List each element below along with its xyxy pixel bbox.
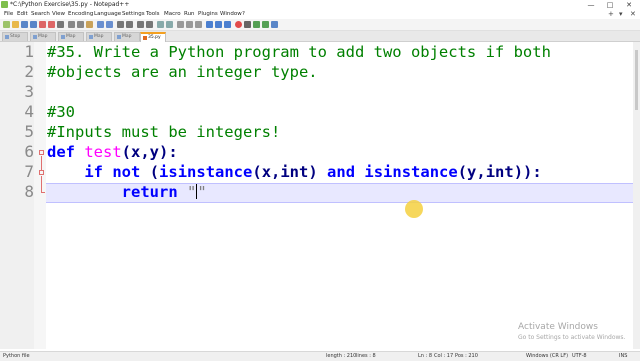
code-line-4: #30 bbox=[47, 103, 75, 121]
zoom-in-icon[interactable] bbox=[137, 21, 144, 28]
show-all-chars-icon[interactable] bbox=[186, 21, 193, 28]
copy-icon[interactable] bbox=[77, 21, 84, 28]
menu-plugins[interactable]: Plugins bbox=[198, 10, 218, 19]
line-number: 3 bbox=[24, 82, 34, 101]
notepadpp-app-icon bbox=[1, 1, 8, 8]
sync-horizontal-icon[interactable] bbox=[166, 21, 173, 28]
code-line-5: #Inputs must be integers! bbox=[47, 123, 281, 141]
tab-file[interactable]: Map bbox=[114, 32, 140, 41]
stop-macro-icon[interactable] bbox=[244, 21, 251, 28]
close-button[interactable]: ✕ bbox=[622, 0, 636, 10]
fold-margin bbox=[34, 42, 46, 349]
tab-list-down-icon[interactable]: ▾ bbox=[619, 10, 623, 19]
fold-toggle-icon[interactable] bbox=[39, 170, 44, 175]
redo-icon[interactable] bbox=[106, 21, 113, 28]
close-all-icon[interactable] bbox=[48, 21, 55, 28]
tab-file[interactable]: Stop bbox=[2, 32, 28, 41]
menu-encoding[interactable]: Encoding bbox=[68, 10, 93, 19]
line-number: 6 bbox=[24, 142, 34, 161]
line-number: 4 bbox=[24, 102, 34, 121]
activate-windows-subtitle: Go to Settings to activate Windows. bbox=[518, 334, 626, 341]
menu-help[interactable]: ? bbox=[242, 10, 245, 19]
file-icon bbox=[117, 35, 121, 39]
menu-settings[interactable]: Settings bbox=[122, 10, 145, 19]
menu-run[interactable]: Run bbox=[184, 10, 195, 19]
sync-vertical-icon[interactable] bbox=[157, 21, 164, 28]
cut-icon[interactable] bbox=[68, 21, 75, 28]
undo-icon[interactable] bbox=[97, 21, 104, 28]
function-list-icon[interactable] bbox=[224, 21, 231, 28]
toolbar bbox=[0, 19, 640, 31]
maximize-button[interactable]: □ bbox=[603, 0, 617, 10]
menu-tools[interactable]: Tools bbox=[146, 10, 160, 19]
line-number: 7 bbox=[24, 162, 34, 181]
run-macro-multiple-icon[interactable] bbox=[262, 21, 269, 28]
line-number: 5 bbox=[24, 122, 34, 141]
title-bar: *C:\Python Exercise\35.py - Notepad++ — … bbox=[0, 0, 640, 10]
close-document-icon[interactable]: ✕ bbox=[630, 10, 636, 19]
close-icon[interactable] bbox=[39, 21, 46, 28]
save-icon[interactable] bbox=[21, 21, 28, 28]
unsaved-file-icon bbox=[143, 36, 147, 40]
fold-toggle-icon[interactable] bbox=[39, 150, 44, 155]
new-file-icon[interactable] bbox=[3, 21, 10, 28]
save-macro-icon[interactable] bbox=[271, 21, 278, 28]
file-icon bbox=[61, 35, 65, 39]
line-number: 1 bbox=[24, 42, 34, 61]
file-icon bbox=[89, 35, 93, 39]
find-icon[interactable] bbox=[117, 21, 124, 28]
file-icon bbox=[5, 35, 9, 39]
code-line-2: #objects are an integer type. bbox=[47, 63, 318, 81]
code-line-8: return "" bbox=[121, 183, 207, 201]
fold-end-marker bbox=[41, 192, 45, 193]
record-macro-icon[interactable] bbox=[235, 21, 242, 28]
code-editor[interactable]: 1 2 3 4 5 6 7 8 #35. Write a Python prog… bbox=[0, 42, 633, 349]
line-number: 8 bbox=[24, 182, 34, 201]
menu-bar: File Edit Search View Encoding Language … bbox=[0, 10, 640, 19]
line-number-gutter: 1 2 3 4 5 6 7 8 bbox=[0, 42, 34, 349]
minimize-button[interactable]: — bbox=[584, 0, 598, 10]
activate-windows-title: Activate Windows bbox=[518, 322, 598, 332]
save-all-icon[interactable] bbox=[30, 21, 37, 28]
code-line-1: #35. Write a Python program to add two o… bbox=[47, 43, 551, 61]
replace-icon[interactable] bbox=[126, 21, 133, 28]
tab-file[interactable]: Map bbox=[58, 32, 84, 41]
tab-active-file[interactable]: 35.py bbox=[140, 32, 166, 42]
scrollbar-thumb[interactable] bbox=[635, 50, 638, 110]
paste-icon[interactable] bbox=[86, 21, 93, 28]
word-wrap-icon[interactable] bbox=[177, 21, 184, 28]
new-tab-plus-icon[interactable]: + bbox=[608, 10, 614, 19]
fold-guide bbox=[41, 176, 42, 192]
mouse-cursor-highlight bbox=[405, 200, 423, 218]
open-file-icon[interactable] bbox=[12, 21, 19, 28]
menu-search[interactable]: Search bbox=[31, 10, 50, 19]
play-macro-icon[interactable] bbox=[253, 21, 260, 28]
tab-file[interactable]: Map bbox=[86, 32, 112, 41]
window-title: *C:\Python Exercise\35.py - Notepad++ bbox=[10, 1, 130, 8]
menu-edit[interactable]: Edit bbox=[17, 10, 28, 19]
line-number: 2 bbox=[24, 62, 34, 81]
menu-language[interactable]: Language bbox=[94, 10, 121, 19]
print-icon[interactable] bbox=[57, 21, 64, 28]
code-line-7: if not (isinstance(x,int) and isinstance… bbox=[84, 163, 542, 181]
indent-guide-icon[interactable] bbox=[195, 21, 202, 28]
user-language-icon[interactable] bbox=[206, 21, 213, 28]
menu-window[interactable]: Window bbox=[220, 10, 242, 19]
zoom-out-icon[interactable] bbox=[146, 21, 153, 28]
vertical-scrollbar[interactable] bbox=[633, 42, 640, 349]
menu-view[interactable]: View bbox=[52, 10, 65, 19]
tab-file[interactable]: Map bbox=[30, 32, 56, 41]
fold-guide bbox=[41, 156, 42, 170]
document-map-icon[interactable] bbox=[215, 21, 222, 28]
menu-macro[interactable]: Macro bbox=[164, 10, 181, 19]
code-line-6: def test(x,y): bbox=[47, 143, 178, 161]
tab-bar: Stop Map Map Map Map 35.py bbox=[0, 31, 640, 42]
menu-file[interactable]: File bbox=[4, 10, 13, 19]
file-icon bbox=[33, 35, 37, 39]
